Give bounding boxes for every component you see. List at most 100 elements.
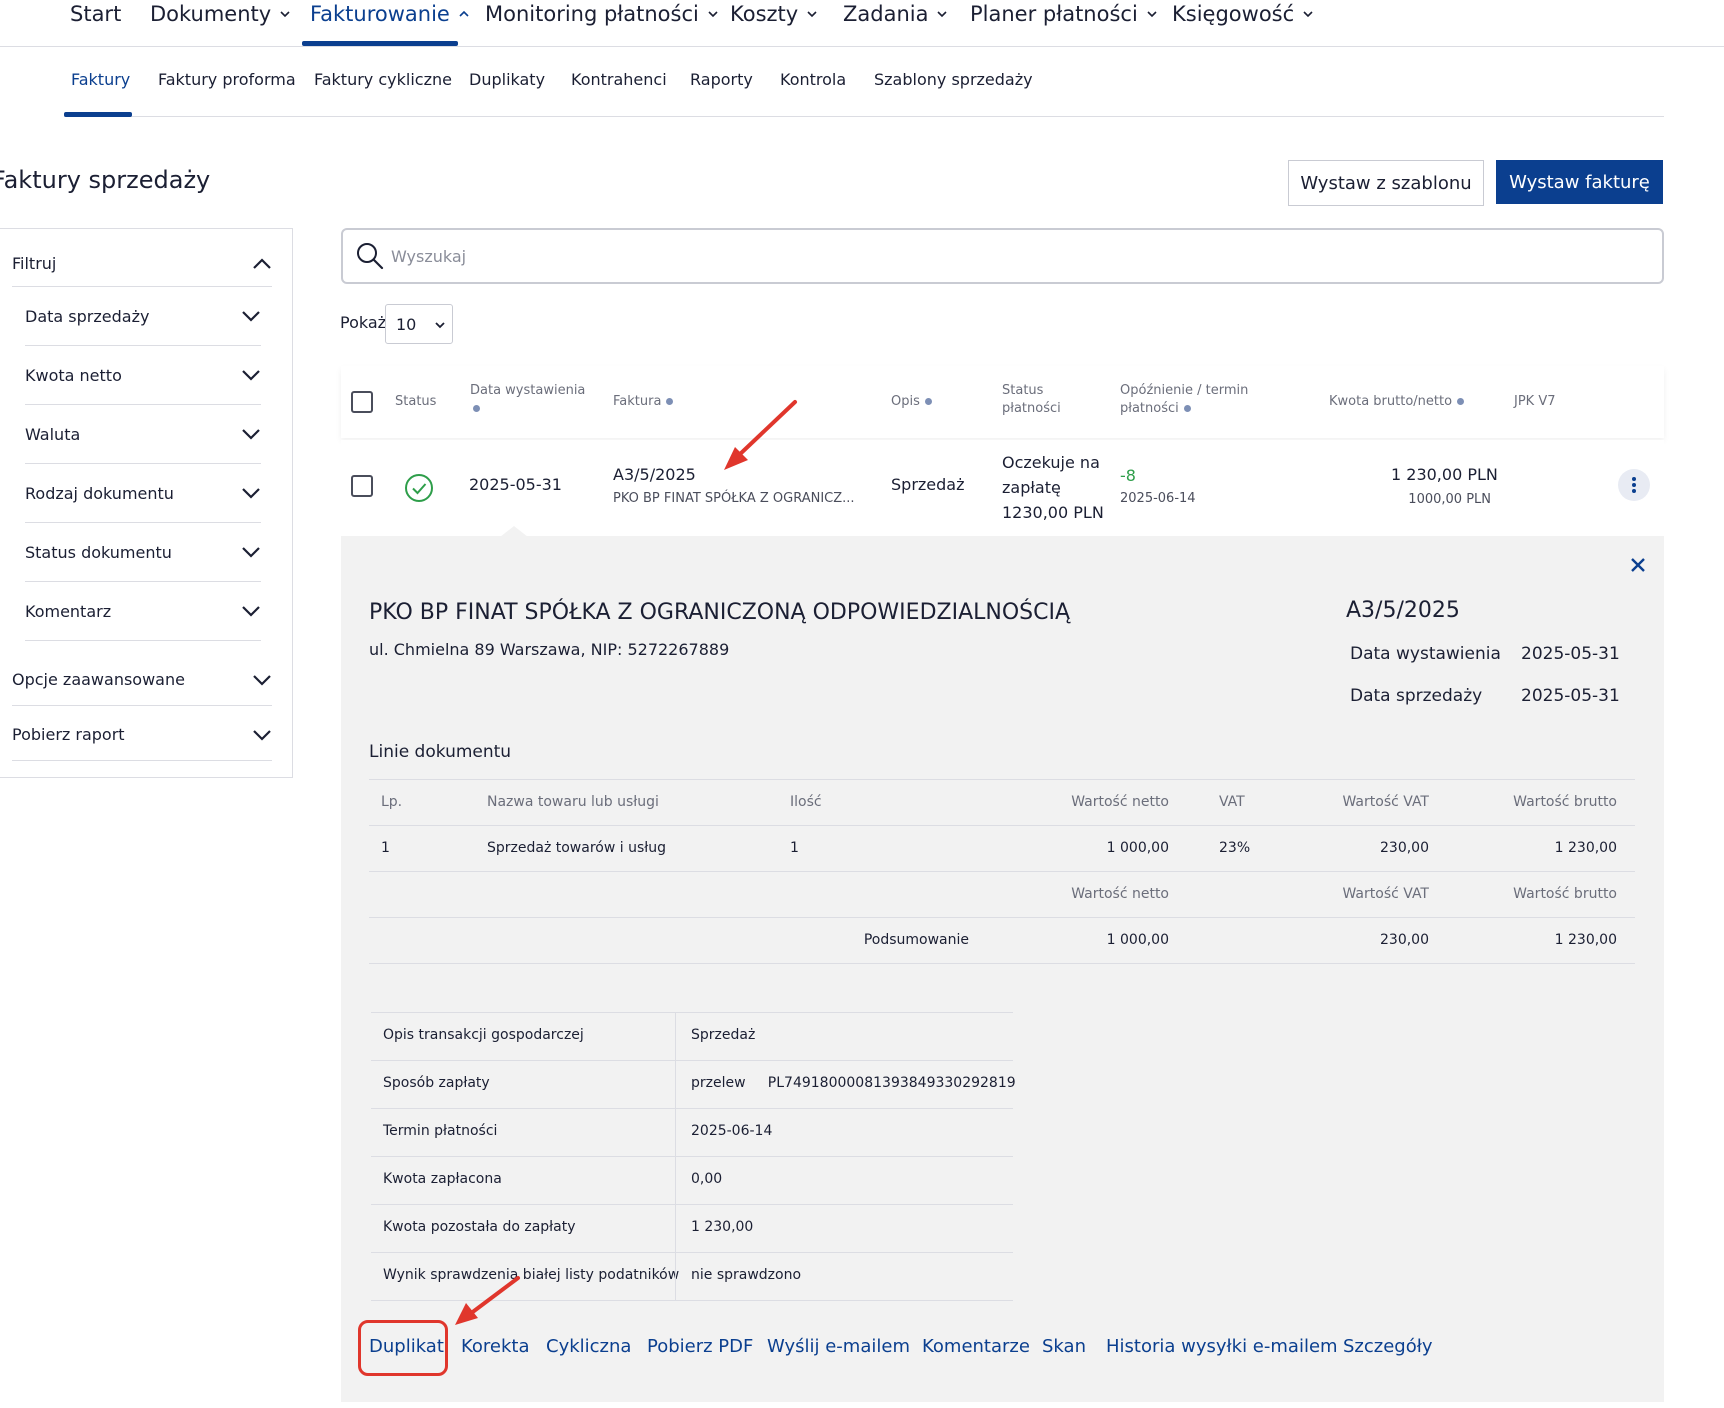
table-header: Status Data wystawienia Faktura Opis Sta… bbox=[341, 366, 1664, 438]
close-icon[interactable] bbox=[1629, 556, 1647, 574]
subnav-raporty[interactable]: Raporty bbox=[690, 70, 753, 89]
chevron-down-icon bbox=[242, 370, 260, 381]
nav-monitoring[interactable]: Monitoring płatności bbox=[485, 2, 719, 26]
column-header-status: Status bbox=[395, 394, 437, 409]
info-value: nie sprawdzono bbox=[691, 1267, 802, 1283]
row-checkbox[interactable] bbox=[351, 475, 373, 497]
nav-label: Monitoring płatności bbox=[485, 2, 699, 26]
active-tab-indicator bbox=[302, 41, 458, 46]
summary-vat-value: 230,00 bbox=[1380, 932, 1429, 948]
contractor-name: PKO BP FINAT SPÓŁKA Z OGRANICZONĄ ODPOWI… bbox=[369, 600, 1071, 625]
nav-zadania[interactable]: Zadania bbox=[843, 2, 948, 26]
filter-document-status[interactable]: Status dokumentu bbox=[25, 523, 261, 582]
table-row[interactable]: 2025-05-31 A3/5/2025 PKO BP FINAT SPÓŁKA… bbox=[341, 440, 1664, 536]
col-lp: Lp. bbox=[381, 794, 403, 810]
filter-toggle[interactable]: Filtruj bbox=[12, 241, 272, 287]
info-row: Kwota zapłacona 0,00 bbox=[371, 1157, 1013, 1205]
info-row: Opis transakcji gospodarczej Sprzedaż bbox=[371, 1013, 1013, 1061]
lines-header-row: Lp. Nazwa towaru lub usługi Ilość Wartoś… bbox=[369, 780, 1635, 826]
nav-ksiegowosc[interactable]: Księgowość bbox=[1172, 2, 1314, 26]
send-email-link[interactable]: Wyślij e-mailem bbox=[767, 1336, 910, 1357]
top-navigation: Start Dokumenty Fakturowanie Monitoring … bbox=[0, 0, 1724, 47]
subnav-duplikaty[interactable]: Duplikaty bbox=[469, 70, 545, 89]
column-header-issue-date[interactable]: Data wystawienia bbox=[470, 382, 600, 418]
summary-col-vat-value: Wartość VAT bbox=[1342, 886, 1429, 902]
issue-from-template-button[interactable]: Wystaw z szablonu bbox=[1288, 160, 1484, 206]
details-invoice-number: A3/5/2025 bbox=[1346, 598, 1460, 623]
correction-link[interactable]: Korekta bbox=[461, 1336, 530, 1357]
info-label: Termin płatności bbox=[383, 1123, 498, 1139]
filter-label: Rodzaj dokumentu bbox=[25, 483, 174, 503]
column-header-jpk: JPK V7 bbox=[1514, 394, 1556, 409]
nav-fakturowanie[interactable]: Fakturowanie bbox=[310, 2, 470, 26]
subnav-faktury-proforma[interactable]: Faktury proforma bbox=[158, 70, 296, 89]
column-header-invoice[interactable]: Faktura bbox=[613, 393, 674, 411]
invoice-number-cell[interactable]: A3/5/2025 bbox=[613, 465, 696, 484]
details-link[interactable]: Szczegóły bbox=[1343, 1336, 1433, 1357]
net-amount-cell: 1000,00 PLN bbox=[1408, 492, 1491, 507]
subnav-faktury[interactable]: Faktury bbox=[71, 70, 130, 89]
column-header-payment-status: Status płatności bbox=[1002, 382, 1061, 418]
page-size-select[interactable]: 10 bbox=[385, 304, 453, 344]
sort-icon bbox=[1457, 398, 1465, 405]
issue-date-value: 2025-05-31 bbox=[1521, 644, 1620, 664]
col-vat: VAT bbox=[1219, 794, 1245, 810]
chevron-down-icon bbox=[242, 606, 260, 617]
info-value: 2025-06-14 bbox=[691, 1123, 773, 1139]
chevron-down-icon bbox=[242, 488, 260, 499]
info-row: Termin płatności 2025-06-14 bbox=[371, 1109, 1013, 1157]
select-all-checkbox[interactable] bbox=[351, 391, 373, 413]
filter-net-amount[interactable]: Kwota netto bbox=[25, 346, 261, 405]
email-history-link[interactable]: Historia wysyłki e-mailem bbox=[1106, 1336, 1338, 1357]
summary-row: Podsumowanie 1 000,00 230,00 1 230,00 bbox=[369, 918, 1635, 964]
summary-gross: 1 230,00 bbox=[1554, 932, 1617, 948]
filter-sale-date[interactable]: Data sprzedaży bbox=[25, 287, 261, 346]
column-header-delay[interactable]: Opóźnienie / termin płatności bbox=[1120, 382, 1248, 418]
subnav-kontrola[interactable]: Kontrola bbox=[780, 70, 846, 89]
column-header-amount[interactable]: Kwota brutto/netto bbox=[1329, 393, 1465, 411]
chevron-down-icon bbox=[708, 11, 718, 18]
download-report-toggle[interactable]: Pobierz raport bbox=[12, 709, 272, 761]
row-menu-button[interactable] bbox=[1618, 469, 1650, 501]
info-value: przelew PL74918000081393849330292819 bbox=[691, 1075, 1016, 1091]
sub-navigation: Faktury Faktury proforma Faktury cyklicz… bbox=[64, 70, 1664, 117]
filter-label: Status dokumentu bbox=[25, 542, 172, 562]
nav-koszty[interactable]: Koszty bbox=[730, 2, 818, 26]
issue-date-cell: 2025-05-31 bbox=[469, 475, 562, 494]
line-lp: 1 bbox=[381, 840, 390, 856]
nav-dokumenty[interactable]: Dokumenty bbox=[150, 2, 291, 26]
search-input[interactable] bbox=[391, 242, 1591, 270]
download-pdf-link[interactable]: Pobierz PDF bbox=[647, 1336, 753, 1357]
subnav-faktury-cykliczne[interactable]: Faktury cykliczne bbox=[314, 70, 452, 89]
scan-link[interactable]: Skan bbox=[1042, 1336, 1086, 1357]
filter-label: Data sprzedaży bbox=[25, 306, 150, 326]
contractor-cell: PKO BP FINAT SPÓŁKA Z OGRANICZ... bbox=[613, 491, 855, 506]
kebab-menu-icon bbox=[1632, 477, 1636, 493]
filter-comment[interactable]: Komentarz bbox=[25, 582, 261, 641]
chevron-down-icon bbox=[253, 729, 271, 741]
chevron-down-icon bbox=[280, 11, 290, 18]
issue-date-label: Data wystawienia bbox=[1350, 644, 1501, 664]
nav-planer[interactable]: Planer płatności bbox=[970, 2, 1158, 26]
chevron-down-icon bbox=[807, 11, 817, 18]
advanced-options-label: Opcje zaawansowane bbox=[12, 670, 185, 689]
lines-title: Linie dokumentu bbox=[369, 742, 512, 762]
advanced-options-toggle[interactable]: Opcje zaawansowane bbox=[12, 654, 272, 706]
sort-icon bbox=[666, 398, 674, 405]
filter-currency[interactable]: Waluta bbox=[25, 405, 261, 464]
issue-invoice-button[interactable]: Wystaw fakturę bbox=[1496, 160, 1663, 204]
column-header-description[interactable]: Opis bbox=[891, 393, 932, 411]
recurring-link[interactable]: Cykliczna bbox=[546, 1336, 631, 1357]
subnav-szablony[interactable]: Szablony sprzedaży bbox=[874, 70, 1033, 89]
sale-date-label: Data sprzedaży bbox=[1350, 686, 1483, 706]
comments-link[interactable]: Komentarze bbox=[922, 1336, 1030, 1357]
filter-document-type[interactable]: Rodzaj dokumentu bbox=[25, 464, 261, 523]
nav-start[interactable]: Start bbox=[70, 2, 121, 26]
divider bbox=[675, 1205, 676, 1252]
filter-label: Komentarz bbox=[25, 601, 112, 621]
filter-title: Filtruj bbox=[12, 254, 57, 273]
lines-data-row: 1 Sprzedaż towarów i usług 1 1 000,00 23… bbox=[369, 826, 1635, 872]
due-date-cell: 2025-06-14 bbox=[1120, 491, 1196, 506]
chevron-down-icon bbox=[937, 11, 948, 18]
subnav-kontrahenci[interactable]: Kontrahenci bbox=[571, 70, 667, 89]
